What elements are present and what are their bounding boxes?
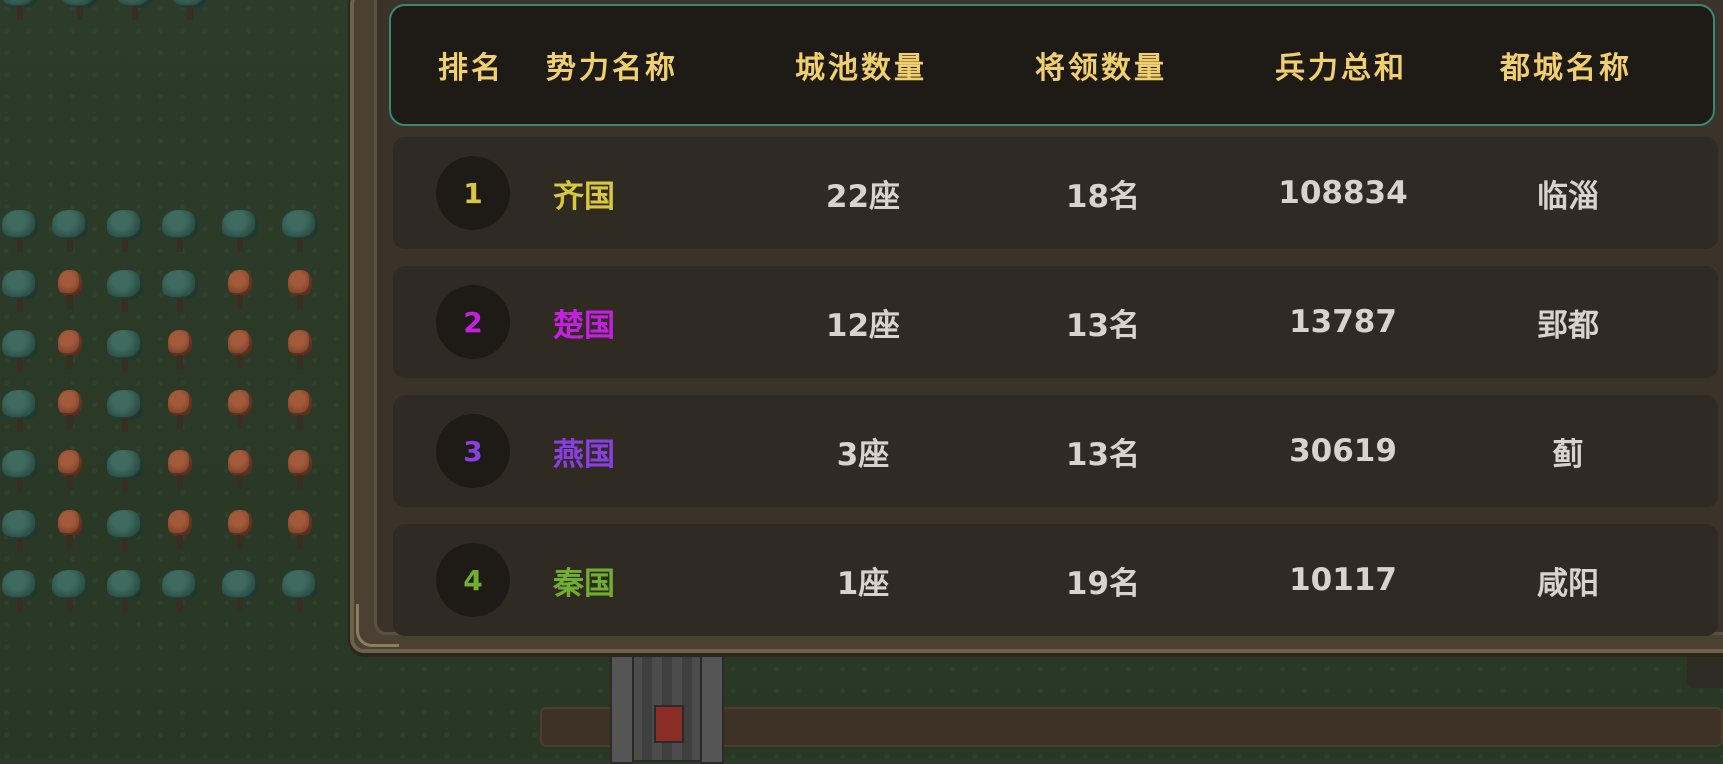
table-row[interactable]: 2 楚国 12座 13名 13787 郢都	[393, 266, 1718, 378]
tree-icon	[220, 210, 260, 254]
tree-icon	[220, 510, 260, 554]
tree-icon	[105, 330, 145, 374]
castle-tower	[700, 647, 724, 764]
faction-name: 楚国	[553, 307, 615, 344]
header-capital-name: 都城名称	[1500, 51, 1632, 86]
city-count: 22座	[825, 178, 901, 215]
table-row[interactable]: 4 秦国 1座 19名 10117 咸阳	[393, 524, 1718, 636]
tree-icon	[160, 330, 200, 374]
side-panel-tab[interactable]	[1687, 648, 1723, 688]
capital-name: 临淄	[1537, 178, 1599, 215]
rank-badge: 2	[436, 285, 510, 359]
tree-icon	[160, 210, 200, 254]
tree-icon	[105, 210, 145, 254]
tree-icon	[105, 570, 145, 614]
tree-icon	[50, 270, 90, 314]
tree-icon	[280, 390, 320, 434]
tree-icon	[50, 510, 90, 554]
city-count: 12座	[825, 307, 901, 344]
tree-icon	[160, 450, 200, 494]
faction-name: 齐国	[553, 178, 615, 215]
tree-icon	[0, 210, 40, 254]
faction-name: 燕国	[553, 436, 615, 473]
rank-badge: 4	[436, 543, 510, 617]
tree-icon	[0, 330, 40, 374]
tree-icon	[0, 510, 40, 554]
tree-icon	[0, 390, 40, 434]
tree-icon	[50, 330, 90, 374]
table-row[interactable]: 3 燕国 3座 13名 30619 蓟	[393, 395, 1718, 507]
tree-icon	[220, 270, 260, 314]
city-count: 3座	[836, 436, 890, 473]
tree-icon	[280, 330, 320, 374]
header-city-count: 城池数量	[795, 51, 927, 86]
tree-icon	[160, 570, 200, 614]
tree-icon	[280, 210, 320, 254]
tree-icon	[0, 570, 40, 614]
tree-icon	[280, 270, 320, 314]
castle-icon[interactable]	[610, 645, 724, 764]
general-count: 19名	[1065, 565, 1141, 602]
ranking-header: 排名 势力名称 城池数量 将领数量 兵力总和 都城名称	[389, 4, 1715, 126]
rank-badge: 3	[436, 414, 510, 488]
tree-icon	[160, 270, 200, 314]
tree-icon	[60, 0, 100, 22]
tree-icon	[105, 390, 145, 434]
rank-badge: 1	[436, 156, 510, 230]
tree-icon	[220, 450, 260, 494]
tree-icon	[50, 450, 90, 494]
tree-icon	[220, 570, 260, 614]
header-faction-name: 势力名称	[546, 51, 678, 86]
tree-icon	[50, 570, 90, 614]
tree-icon	[280, 450, 320, 494]
tree-icon	[0, 450, 40, 494]
general-count: 13名	[1065, 436, 1141, 473]
general-count: 18名	[1065, 178, 1141, 215]
tree-icon	[105, 510, 145, 554]
header-general-count: 将领数量	[1035, 51, 1167, 86]
tree-icon	[105, 270, 145, 314]
tree-icon	[50, 210, 90, 254]
tree-icon	[280, 510, 320, 554]
tree-icon	[170, 0, 210, 22]
general-count: 13名	[1065, 307, 1141, 344]
header-rank: 排名	[438, 51, 504, 86]
tree-icon	[220, 390, 260, 434]
tree-icon	[105, 450, 145, 494]
tree-icon	[280, 570, 320, 614]
table-row[interactable]: 1 齐国 22座 18名 108834 临淄	[393, 137, 1718, 249]
capital-name: 郢都	[1537, 307, 1599, 344]
capital-name: 蓟	[1552, 436, 1584, 473]
castle-gate	[654, 705, 684, 743]
tree-icon	[160, 510, 200, 554]
faction-name: 秦国	[553, 565, 615, 602]
tree-icon	[160, 390, 200, 434]
castle-tower	[610, 647, 634, 764]
capital-name: 咸阳	[1537, 565, 1599, 602]
tree-icon	[0, 0, 40, 22]
tree-icon	[220, 330, 260, 374]
tree-icon	[50, 390, 90, 434]
tree-icon	[0, 270, 40, 314]
city-count: 1座	[836, 565, 890, 602]
tree-icon	[115, 0, 155, 22]
